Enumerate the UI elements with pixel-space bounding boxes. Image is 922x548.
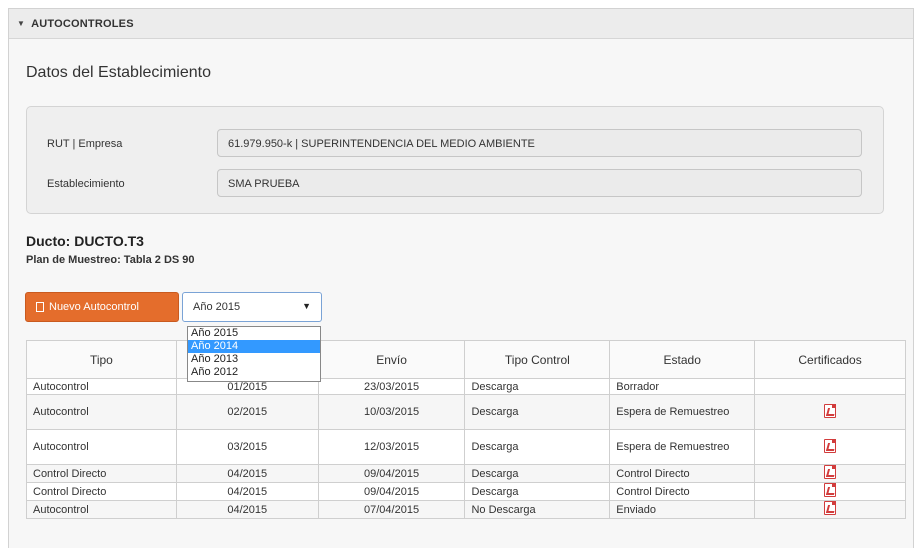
cell-tipo: Control Directo (26, 464, 177, 483)
header-estado[interactable]: Estado (609, 340, 756, 379)
cell-envio: 07/04/2015 (317, 500, 466, 519)
cell-tipo-control: Descarga (464, 482, 611, 501)
section-title: AUTOCONTROLES (31, 17, 134, 30)
header-tipo-control[interactable]: Tipo Control (464, 340, 611, 379)
header-tipo[interactable]: Tipo (26, 340, 177, 379)
year-option-2012[interactable]: Año 2012 (188, 366, 320, 379)
cell-estado: Borrador (609, 378, 756, 395)
cell-tipo-control: Descarga (464, 394, 611, 430)
rut-field: 61.979.950-k | SUPERINTENDENCIA DEL MEDI… (217, 129, 862, 157)
cell-tipo: Control Directo (26, 482, 177, 501)
year-dropdown-list: Año 2015 Año 2014 Año 2013 Año 2012 (187, 326, 321, 382)
autocontroles-table: Tipo Envío Tipo Control Estado Certifica… (26, 340, 906, 519)
rut-label: RUT | Empresa (47, 138, 123, 150)
rut-row: RUT | Empresa 61.979.950-k | SUPERINTEND… (27, 129, 883, 159)
cell-periodo: 02/2015 (175, 394, 319, 430)
cell-estado: Espera de Remuestreo (609, 429, 756, 465)
establecimiento-panel: RUT | Empresa 61.979.950-k | SUPERINTEND… (26, 106, 884, 214)
cell-certificados (754, 394, 906, 430)
cell-periodo: 04/2015 (175, 464, 319, 483)
year-option-2014[interactable]: Año 2014 (188, 340, 320, 353)
cell-periodo: 03/2015 (175, 429, 319, 465)
pdf-icon[interactable] (824, 465, 837, 479)
pdf-icon[interactable] (824, 403, 837, 418)
cell-certificados (754, 464, 906, 483)
cell-estado: Espera de Remuestreo (609, 394, 756, 430)
cell-envio: 10/03/2015 (317, 394, 466, 430)
cell-tipo-control: No Descarga (464, 500, 611, 519)
cell-envio: 23/03/2015 (317, 378, 466, 395)
new-document-icon (36, 302, 44, 312)
cell-certificados (754, 429, 906, 465)
table-header-row: Tipo Envío Tipo Control Estado Certifica… (26, 340, 906, 379)
table-row[interactable]: Autocontrol 01/2015 23/03/2015 Descarga … (26, 378, 906, 395)
table-row[interactable]: Control Directo 04/2015 09/04/2015 Desca… (26, 482, 906, 501)
year-option-2015[interactable]: Año 2015 (188, 327, 320, 340)
establecimiento-row: Establecimiento SMA PRUEBA (27, 169, 883, 199)
cell-certificados (754, 500, 906, 519)
pdf-icon[interactable] (824, 501, 837, 515)
nuevo-autocontrol-label: Nuevo Autocontrol (49, 301, 139, 313)
cell-certificados (754, 378, 906, 395)
cell-estado: Control Directo (609, 482, 756, 501)
cell-tipo: Autocontrol (26, 429, 177, 465)
year-select[interactable]: Año 2015 ▼ (182, 292, 322, 322)
cell-tipo: Autocontrol (26, 378, 177, 395)
cell-periodo: 04/2015 (175, 482, 319, 501)
cell-envio: 09/04/2015 (317, 464, 466, 483)
nuevo-autocontrol-button[interactable]: Nuevo Autocontrol (25, 292, 179, 322)
pdf-icon[interactable] (824, 438, 837, 453)
establecimiento-title: Datos del Establecimiento (26, 64, 211, 81)
dropdown-arrow-icon: ▼ (302, 301, 311, 311)
table-row[interactable]: Control Directo 04/2015 09/04/2015 Desca… (26, 464, 906, 483)
cell-estado: Enviado (609, 500, 756, 519)
cell-envio: 09/04/2015 (317, 482, 466, 501)
cell-certificados (754, 482, 906, 501)
pdf-icon[interactable] (824, 483, 837, 497)
table-row[interactable]: Autocontrol 03/2015 12/03/2015 Descarga … (26, 429, 906, 465)
cell-tipo-control: Descarga (464, 464, 611, 483)
year-select-value: Año 2015 (193, 301, 241, 313)
cell-tipo: Autocontrol (26, 500, 177, 519)
table-row[interactable]: Autocontrol 04/2015 07/04/2015 No Descar… (26, 500, 906, 519)
year-option-2013[interactable]: Año 2013 (188, 353, 320, 366)
establecimiento-field: SMA PRUEBA (217, 169, 862, 197)
cell-tipo-control: Descarga (464, 429, 611, 465)
header-envio[interactable]: Envío (317, 340, 466, 379)
cell-tipo-control: Descarga (464, 378, 611, 395)
header-certificados[interactable]: Certificados (754, 340, 906, 379)
cell-periodo: 04/2015 (175, 500, 319, 519)
cell-tipo: Autocontrol (26, 394, 177, 430)
section-header[interactable]: ▼ AUTOCONTROLES (9, 9, 913, 39)
establecimiento-label: Establecimiento (47, 178, 125, 190)
cell-envio: 12/03/2015 (317, 429, 466, 465)
table-row[interactable]: Autocontrol 02/2015 10/03/2015 Descarga … (26, 394, 906, 430)
cell-estado: Control Directo (609, 464, 756, 483)
ducto-title: Ducto: DUCTO.T3 (26, 233, 144, 249)
plan-muestreo: Plan de Muestreo: Tabla 2 DS 90 (26, 254, 195, 266)
collapse-caret-icon[interactable]: ▼ (17, 19, 25, 28)
